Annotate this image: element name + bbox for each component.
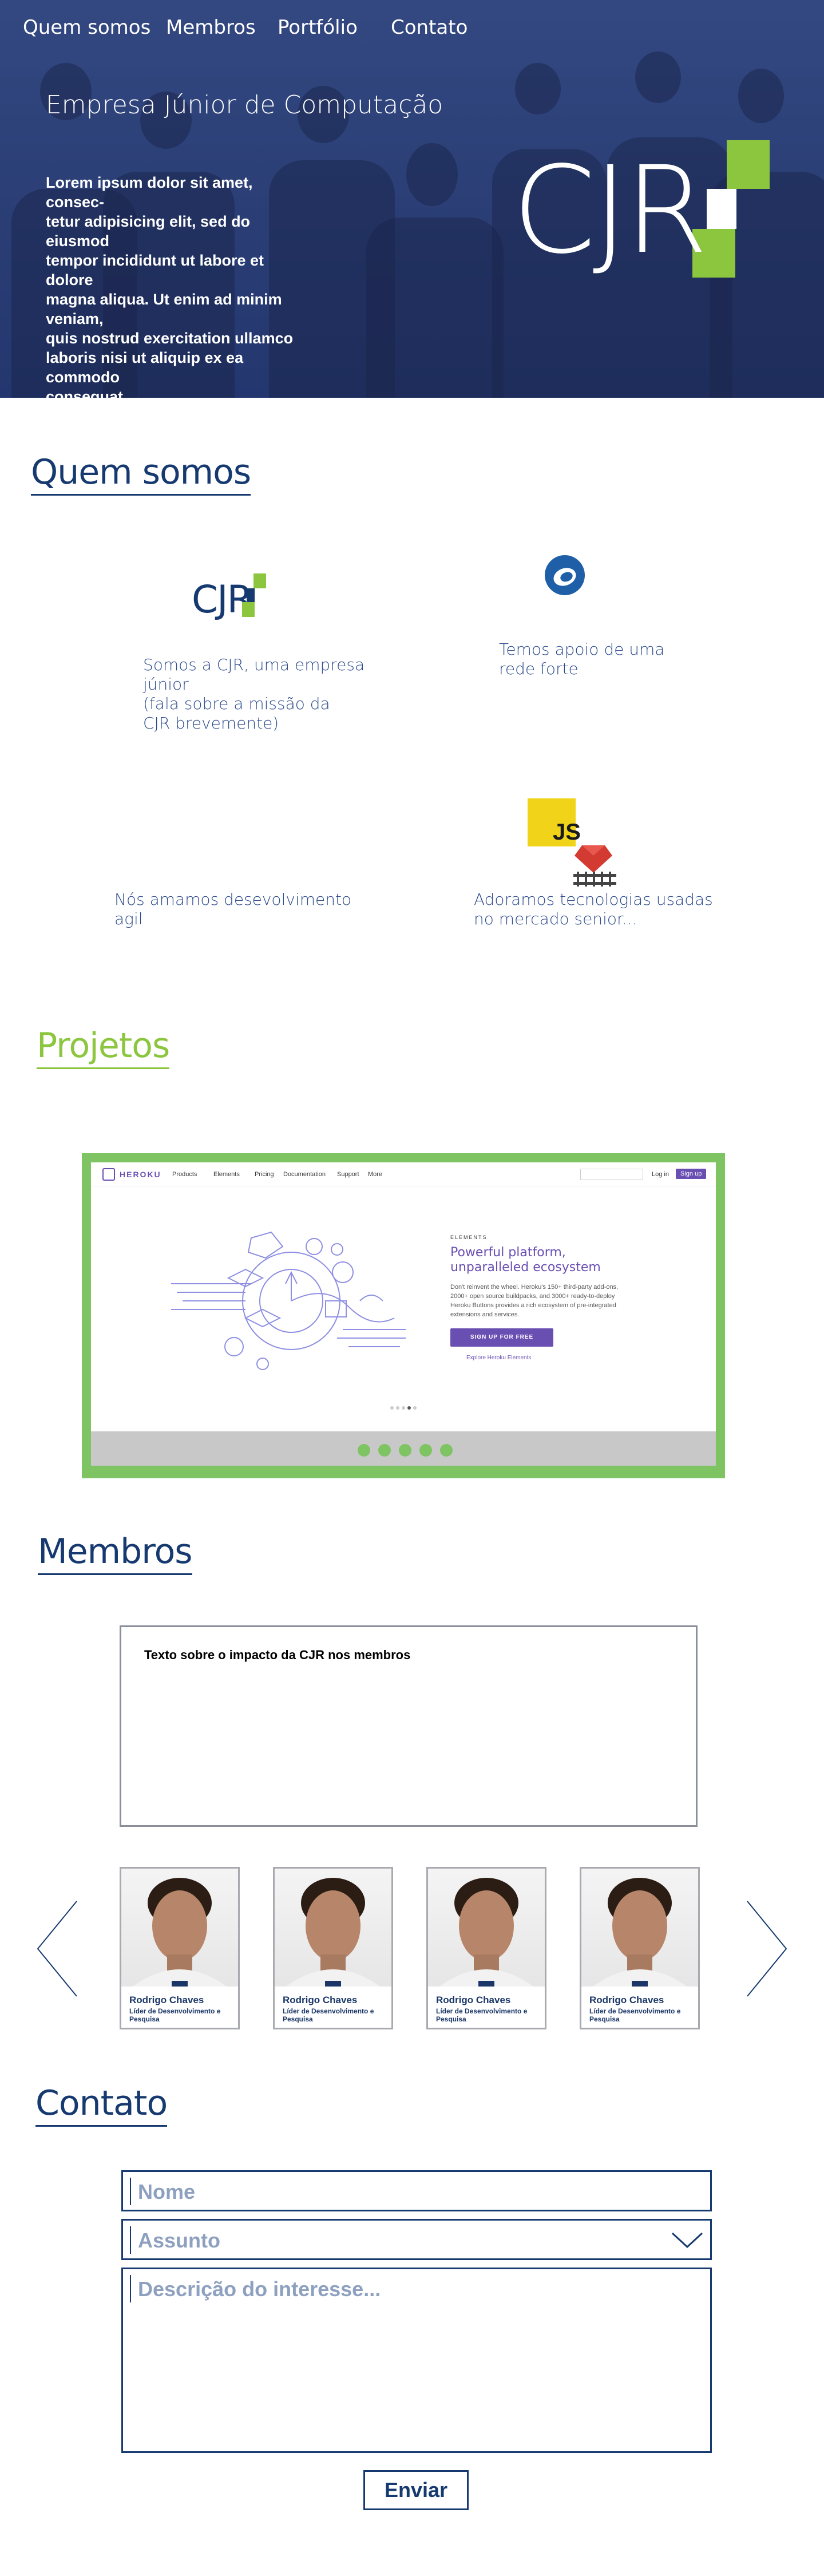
membros-title: Membros — [38, 1532, 193, 1575]
carousel-dot-4[interactable] — [419, 1444, 432, 1457]
feature-network-text: Temos apoio de uma rede forte — [499, 640, 665, 678]
prev-arrow-icon[interactable] — [35, 1900, 81, 1997]
member-card[interactable]: Rodrigo Chaves Líder de Desenvolvimento … — [426, 1867, 546, 2029]
nav-contato[interactable]: Contato — [391, 16, 468, 39]
hero-description: Lorem ipsum dolor sit amet, consec- tetu… — [46, 174, 294, 398]
chevron-down-icon — [671, 2231, 703, 2249]
preview-body: Don't reinvent the wheel. Heroku's 150+ … — [450, 1284, 619, 1318]
carousel-dot-3[interactable] — [399, 1444, 411, 1457]
description-placeholder: Descrição do interesse... — [138, 2277, 381, 2301]
member-name: Rodrigo Chaves — [129, 1995, 204, 2005]
preview-menu-support: Support — [337, 1171, 359, 1178]
nav-membros[interactable]: Membros — [166, 16, 256, 39]
svg-text:JS: JS — [553, 820, 581, 845]
member-name: Rodrigo Chaves — [589, 1995, 664, 2005]
member-photo — [121, 1869, 238, 1987]
preview-menu-elements: Elements — [213, 1171, 240, 1178]
carousel-indicator-bar — [91, 1431, 716, 1466]
member-name: Rodrigo Chaves — [283, 1995, 358, 2005]
preview-login: Log in — [652, 1171, 669, 1178]
member-photo — [275, 1869, 391, 1987]
preview-explore-link: Explore Heroku Elements — [466, 1355, 532, 1361]
feature-cjr-text: Somos a CJR, uma empresa júnior (fala so… — [143, 655, 365, 733]
description-textarea[interactable]: Descrição do interesse... — [121, 2268, 712, 2453]
nav-quem-somos[interactable]: Quem somos — [23, 16, 150, 39]
send-button[interactable]: Enviar — [363, 2470, 469, 2510]
member-role: Líder de Desenvolvimento e Pesquisa — [283, 2007, 374, 2023]
members-impact-box: Texto sobre o impacto da CJR nos membros — [120, 1625, 698, 1827]
member-role: Líder de Desenvolvimento e Pesquisa — [589, 2007, 681, 2023]
preview-menu-products: Products — [172, 1171, 197, 1178]
carousel-dot-5[interactable] — [440, 1444, 453, 1457]
network-icon — [544, 554, 586, 596]
member-photo — [581, 1869, 698, 1987]
js-rails-icon: JS — [528, 798, 622, 887]
member-name: Rodrigo Chaves — [436, 1995, 511, 2005]
projetos-title: Projetos — [37, 1026, 170, 1069]
quem-somos-title: Quem somos — [31, 452, 251, 496]
feature-agile-text: Nós amamos desevolvimento agil — [114, 890, 352, 928]
preview-signup: Sign up — [676, 1169, 707, 1179]
hero-section: Quem somos Membros Portfólio Contato Emp… — [0, 0, 824, 398]
preview-menu-pricing: Pricing — [255, 1171, 274, 1178]
svg-text:CJR: CJR — [512, 140, 704, 280]
preview-eyebrow: ELEMENTS — [450, 1234, 488, 1240]
member-card[interactable]: Rodrigo Chaves Líder de Desenvolvimento … — [120, 1867, 240, 2029]
nav-portfolio[interactable]: Portfólio — [278, 16, 358, 39]
member-card[interactable]: Rodrigo Chaves Líder de Desenvolvimento … — [580, 1867, 700, 2029]
members-impact-text: Texto sobre o impacto da CJR nos membros — [144, 1648, 411, 1662]
next-arrow-icon[interactable] — [743, 1900, 789, 1997]
subject-placeholder: Assunto — [138, 2229, 220, 2252]
project-preview[interactable]: HEROKU Products Elements Pricing Documen… — [91, 1162, 716, 1431]
contato-title: Contato — [35, 2083, 168, 2127]
member-card[interactable]: Rodrigo Chaves Líder de Desenvolvimento … — [273, 1867, 393, 2029]
preview-menu-documentation: Documentation — [283, 1171, 326, 1178]
member-role: Líder de Desenvolvimento e Pesquisa — [129, 2007, 221, 2023]
preview-cta-button: SIGN UP FOR FREE — [450, 1328, 553, 1347]
hero-title: Empresa Júnior de Computação — [46, 90, 443, 120]
subject-select[interactable]: Assunto — [121, 2219, 712, 2260]
preview-search-input — [580, 1169, 643, 1180]
cjr-logo: CJR — [512, 137, 775, 303]
member-photo — [428, 1869, 545, 1987]
preview-header: HEROKU Products Elements Pricing Documen… — [91, 1162, 716, 1186]
preview-pager — [390, 1403, 418, 1410]
member-role: Líder de Desenvolvimento e Pesquisa — [436, 2007, 528, 2023]
preview-brand: HEROKU — [120, 1170, 161, 1179]
name-placeholder: Nome — [138, 2180, 196, 2203]
name-field[interactable]: Nome — [121, 2170, 712, 2211]
carousel-dot-1[interactable] — [358, 1444, 370, 1457]
ecosystem-illustration — [171, 1215, 411, 1387]
carousel-dot-2[interactable] — [378, 1444, 391, 1457]
cjr-logo-icon: CJR — [192, 572, 269, 624]
project-carousel: HEROKU Products Elements Pricing Documen… — [82, 1153, 725, 1478]
preview-menu-more: More — [368, 1171, 383, 1178]
preview-headline: Powerful platform, unparalleled ecosyste… — [450, 1245, 601, 1275]
heroku-logo-icon — [102, 1168, 115, 1181]
feature-tech-text: Adoramos tecnologias usadas no mercado s… — [474, 890, 713, 928]
